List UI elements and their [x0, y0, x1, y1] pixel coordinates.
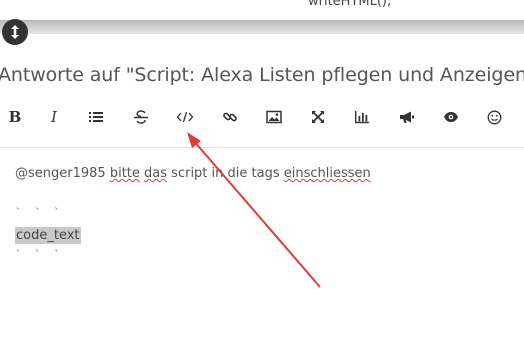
annotation-arrow — [187, 132, 321, 288]
